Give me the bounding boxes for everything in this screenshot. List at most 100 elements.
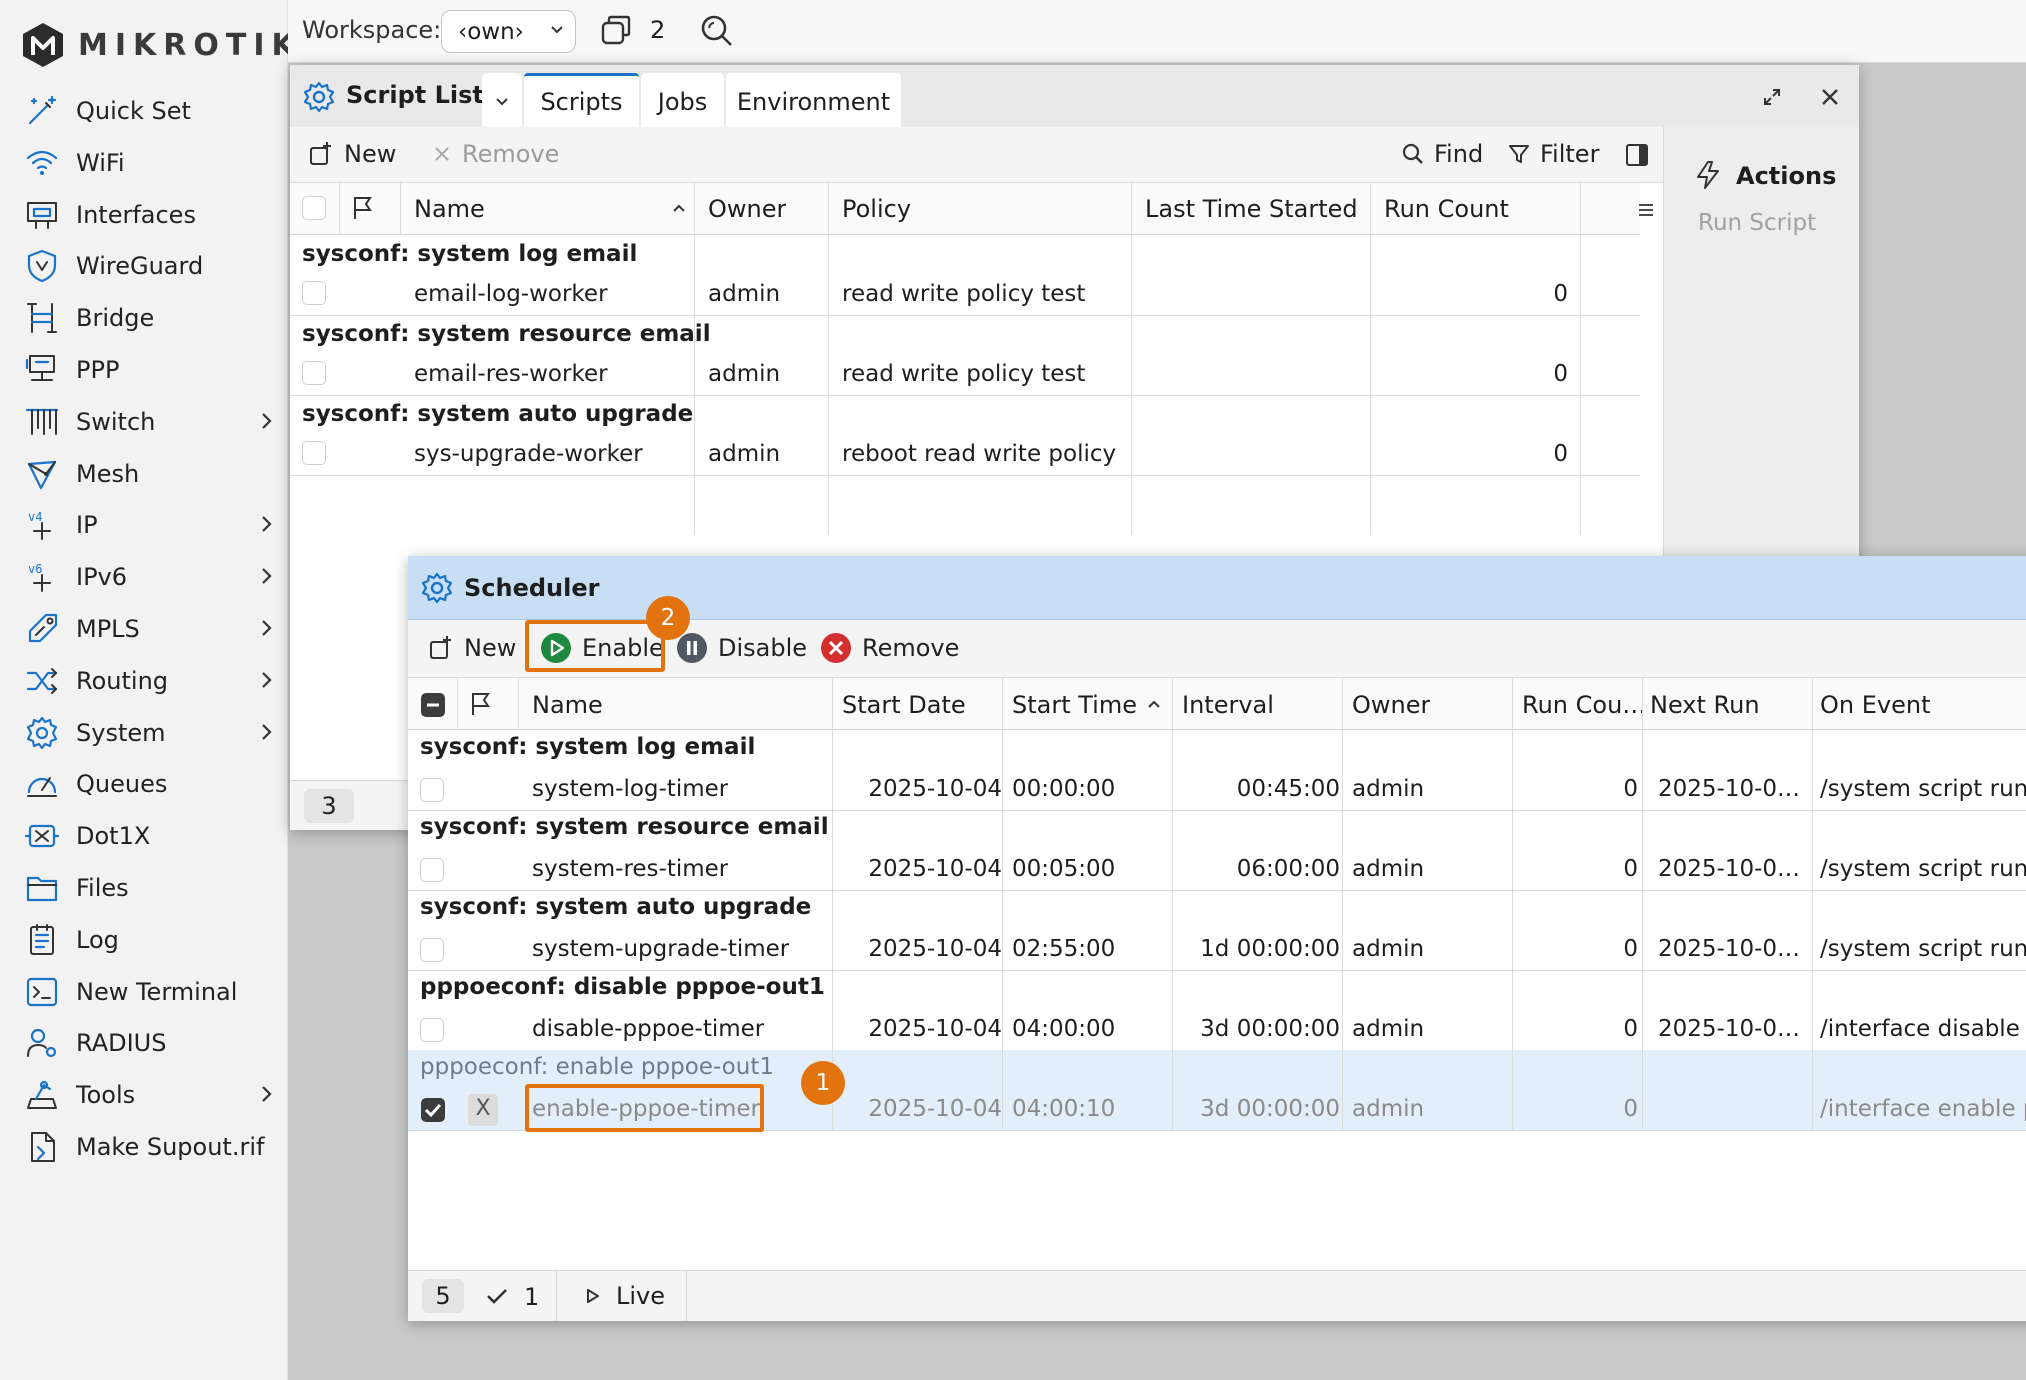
- column-divider: [1131, 183, 1132, 535]
- col-name[interactable]: Name: [414, 195, 485, 223]
- sidebar-item-ipv6[interactable]: v6 IPv6: [24, 554, 282, 600]
- tab-overflow-button[interactable]: [482, 73, 522, 127]
- row-checkbox[interactable]: [420, 778, 444, 802]
- row-checkbox[interactable]: [302, 361, 326, 385]
- col-start-time[interactable]: Start Time: [1012, 691, 1137, 719]
- tab-jobs[interactable]: Jobs: [641, 73, 724, 127]
- select-partial-checkbox[interactable]: [420, 692, 446, 718]
- row-checkbox[interactable]: [302, 281, 326, 305]
- find-button[interactable]: Find: [1402, 140, 1483, 168]
- wifi-icon: [24, 145, 60, 181]
- windows-icon[interactable]: [600, 14, 634, 46]
- sidebar-item-ip[interactable]: v4 IP: [24, 502, 282, 548]
- search-icon[interactable]: [700, 14, 734, 48]
- col-name[interactable]: Name: [532, 691, 603, 719]
- new-schedule-button[interactable]: New: [428, 634, 516, 662]
- col-last-started[interactable]: Last Time Started: [1145, 195, 1358, 223]
- routing-icon: [24, 663, 60, 699]
- table-row[interactable]: system-log-timer 2025-10-04 00:00:00 00:45:…: [408, 770, 2026, 810]
- schedule-interval: 1d 00:00:00: [1200, 936, 1340, 962]
- remove-script-button[interactable]: Remove: [432, 140, 559, 168]
- tab-environment[interactable]: Environment: [726, 73, 901, 127]
- sidebar-item-switch[interactable]: Switch: [24, 399, 282, 445]
- wand-icon: [24, 93, 60, 129]
- column-divider: [1370, 183, 1371, 535]
- schedule-next-run: 2025-10-0…: [1658, 936, 1801, 962]
- row-checkbox[interactable]: [302, 441, 326, 465]
- col-start-date[interactable]: Start Date: [842, 691, 966, 719]
- table-row[interactable]: disable-pppoe-timer 2025-10-04 04:00:00 3d …: [408, 1010, 2026, 1050]
- run-script-action[interactable]: Run Script: [1698, 210, 1816, 236]
- table-row[interactable]: email-log-worker admin read write policy t…: [290, 275, 1640, 315]
- sidebar-item-interfaces[interactable]: Interfaces: [24, 192, 282, 238]
- col-next-run[interactable]: Next Run: [1650, 691, 1760, 719]
- row-divider: [408, 810, 2026, 811]
- table-row[interactable]: system-upgrade-timer 2025-10-04 02:55:00 1d…: [408, 930, 2026, 970]
- row-divider: [290, 475, 1640, 476]
- tab-scripts[interactable]: Scripts: [524, 73, 639, 127]
- workspace-select[interactable]: ‹own›: [441, 10, 576, 53]
- schedule-start-date: 2025-10-04: [868, 1096, 1002, 1122]
- column-menu-icon[interactable]: [1638, 203, 1654, 217]
- select-all-checkbox[interactable]: [302, 196, 326, 220]
- col-policy[interactable]: Policy: [842, 195, 911, 223]
- row-divider: [290, 315, 1640, 316]
- live-toggle[interactable]: Live: [616, 1282, 665, 1310]
- sidebar-item-radius[interactable]: RADIUS: [24, 1020, 282, 1066]
- sidebar-item-files[interactable]: Files: [24, 865, 282, 911]
- submenu-chevron: [260, 1083, 274, 1105]
- flag-icon: [354, 197, 372, 219]
- row-checkbox[interactable]: [420, 1018, 444, 1042]
- col-owner[interactable]: Owner: [1352, 691, 1430, 719]
- schedule-run-count: 0: [1623, 856, 1638, 882]
- total-count-pill: 5: [422, 1279, 464, 1313]
- schedule-start-date: 2025-10-04: [868, 776, 1002, 802]
- sidebar-item-make-supout-rif[interactable]: Make Supout.rif: [24, 1124, 282, 1170]
- sidebar-item-label: WiFi: [76, 148, 125, 177]
- sidebar-item-mesh[interactable]: Mesh: [24, 451, 282, 497]
- sidebar-item-quick-set[interactable]: Quick Set: [24, 88, 282, 134]
- sidebar-item-label: IPv6: [76, 563, 128, 592]
- table-row[interactable]: sys-upgrade-worker admin reboot read write…: [290, 435, 1640, 475]
- sidebar-item-log[interactable]: Log: [24, 917, 282, 963]
- table-row[interactable]: system-res-timer 2025-10-04 00:05:00 06:00:…: [408, 850, 2026, 890]
- row-checkbox-checked[interactable]: [420, 1097, 446, 1123]
- table-row[interactable]: email-res-worker admin read write policy t…: [290, 355, 1640, 395]
- sidebar-item-bridge[interactable]: Bridge: [24, 295, 282, 341]
- script-policy: read write policy test: [842, 281, 1086, 307]
- sidebar-item-routing[interactable]: Routing: [24, 658, 282, 704]
- workspace-label: Workspace:: [302, 16, 442, 44]
- sidebar-item-wireguard[interactable]: WireGuard: [24, 243, 282, 289]
- close-icon[interactable]: [1820, 87, 1840, 107]
- selected-count: 1: [524, 1283, 540, 1311]
- row-checkbox[interactable]: [420, 858, 444, 882]
- side-panel-icon[interactable]: [1625, 143, 1649, 167]
- submenu-chevron: [260, 669, 274, 691]
- column-divider: [400, 183, 401, 235]
- col-on-event[interactable]: On Event: [1820, 691, 1930, 719]
- col-run-count[interactable]: Run Count: [1384, 195, 1509, 223]
- sidebar-item-tools[interactable]: Tools: [24, 1072, 282, 1118]
- disable-button[interactable]: Disable: [676, 632, 807, 664]
- filter-button[interactable]: Filter: [1508, 140, 1599, 168]
- col-interval[interactable]: Interval: [1182, 691, 1274, 719]
- sidebar-item-system[interactable]: System: [24, 710, 282, 756]
- remove-schedule-button[interactable]: Remove: [820, 632, 959, 664]
- sort-asc-icon: [1148, 700, 1160, 708]
- sidebar-item-label: Log: [76, 925, 119, 954]
- sidebar-item-dot1x[interactable]: Dot1X: [24, 813, 282, 859]
- sidebar-item-new-terminal[interactable]: New Terminal: [24, 969, 282, 1015]
- new-script-button[interactable]: New: [308, 140, 396, 168]
- remove-label: Remove: [462, 140, 560, 168]
- remove-icon: [821, 633, 851, 663]
- checkmark-icon: [487, 1289, 507, 1304]
- sidebar-item-queues[interactable]: Queues: [24, 761, 282, 807]
- sidebar-item-ppp[interactable]: PPP: [24, 347, 282, 393]
- col-run-count[interactable]: Run Cou…: [1522, 691, 1642, 719]
- sidebar-item-mpls[interactable]: MPLS: [24, 606, 282, 652]
- row-checkbox[interactable]: [420, 938, 444, 962]
- maximize-icon[interactable]: [1762, 87, 1782, 107]
- col-owner[interactable]: Owner: [708, 195, 786, 223]
- group-title: sysconf: system auto upgrade: [302, 401, 694, 427]
- sidebar-item-wifi[interactable]: WiFi: [24, 140, 282, 186]
